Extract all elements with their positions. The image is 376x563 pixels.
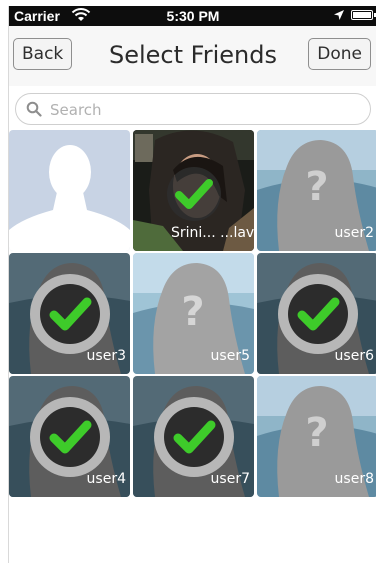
friend-tile[interactable]: user3 (9, 253, 130, 374)
navigation-bar: Back Select Friends Done (9, 26, 376, 87)
friend-name: Srini... ...lav (171, 225, 254, 241)
friend-name: user5 (210, 348, 250, 364)
friend-name: user3 (86, 348, 126, 364)
svg-text:?: ? (181, 289, 204, 335)
status-bar: Carrier 5:30 PM (9, 6, 376, 26)
friend-name: user6 (334, 348, 374, 364)
location-arrow-icon (334, 10, 344, 20)
friend-name: user4 (86, 471, 126, 487)
svg-text:?: ? (305, 164, 328, 210)
clock: 5:30 PM (166, 8, 220, 24)
search-field[interactable] (15, 93, 371, 125)
selected-checkmark-icon (29, 396, 110, 477)
search-icon (26, 101, 42, 117)
selected-checkmark-icon (29, 273, 110, 354)
battery-icon (351, 10, 376, 20)
selected-checkmark-icon (153, 396, 234, 477)
search-bar (9, 86, 376, 130)
friend-tile[interactable]: ? user5 (133, 253, 254, 374)
search-input[interactable] (48, 97, 312, 123)
app-screen: Carrier 5:30 PM Back Select Friends Done (8, 6, 376, 563)
selected-checkmark-icon (277, 273, 358, 354)
friends-grid: S... ...ddy Srini... ...lav (9, 130, 376, 497)
friend-tile[interactable]: Srini... ...lav (133, 130, 254, 251)
friend-name: S... ...ddy (9, 225, 68, 241)
friend-name: user7 (210, 471, 250, 487)
friend-tile[interactable]: ? user8 (257, 376, 376, 497)
friend-tile[interactable]: S... ...ddy (9, 130, 130, 251)
friend-tile[interactable]: ? user2 (257, 130, 376, 251)
friend-name: user8 (334, 471, 374, 487)
selected-checkmark-icon (166, 166, 221, 221)
friend-tile[interactable]: user4 (9, 376, 130, 497)
svg-text:?: ? (305, 410, 328, 456)
friend-tile[interactable]: user7 (133, 376, 254, 497)
friend-tile[interactable]: user6 (257, 253, 376, 374)
friend-name: user2 (334, 225, 374, 241)
done-button[interactable]: Done (308, 38, 371, 70)
